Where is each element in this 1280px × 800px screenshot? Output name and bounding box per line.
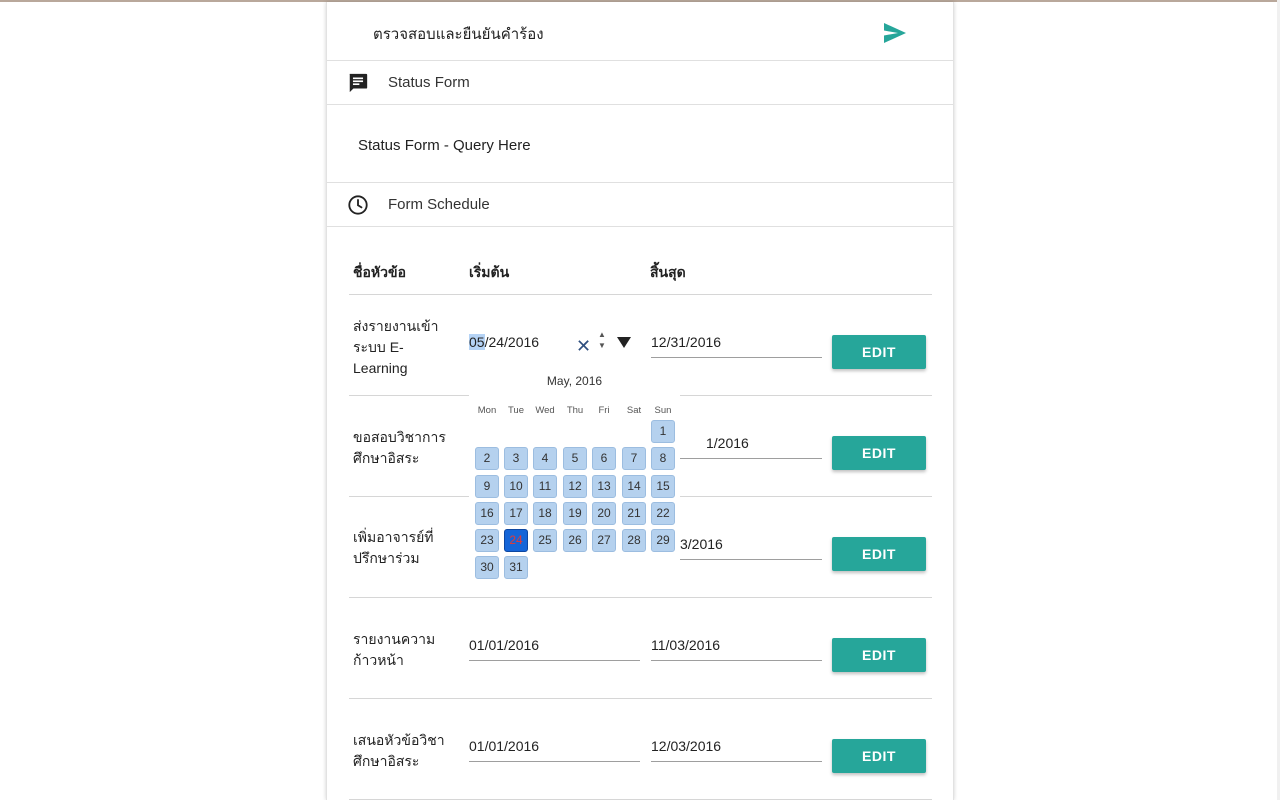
calendar-day[interactable]: 21 [622,502,646,525]
row-title-line: ส่งรายงานเข้า [353,318,439,334]
form-schedule-header[interactable]: Form Schedule [327,183,953,227]
row-title-line: ขอสอบวิชาการ [353,429,446,445]
calendar-day[interactable]: 23 [475,529,499,552]
calendar-day[interactable]: 22 [651,502,675,525]
end-date-input[interactable]: 11/03/2016 [651,629,822,661]
calendar-day[interactable]: 11 [533,475,557,498]
weekday-label: Mon [477,405,497,416]
weekday-label: Sun [654,405,672,416]
table-row: เสนอหัวข้อวิชา ศึกษาอิสระ 01/01/2016 12/… [349,699,932,800]
row-title: ส่งรายงานเข้า ระบบ E- Learning [353,316,453,379]
row-title-line: รายงานความ [353,631,436,647]
calendar-day[interactable]: 19 [563,502,587,525]
form-schedule-title: Form Schedule [388,196,490,213]
row-title: เพิ่มอาจารย์ที่ ปรึกษาร่วม [353,527,453,569]
weekday-label: Fri [598,405,610,416]
spin-down-icon[interactable]: ▼ [596,340,608,351]
start-date-input[interactable]: 01/01/2016 [469,629,640,661]
row-title-line: ปรึกษาร่วม [353,550,420,566]
send-icon[interactable] [883,22,907,44]
table-row: รายงานความ ก้าวหน้า 01/01/2016 11/03/201… [349,598,932,699]
status-form-header[interactable]: Status Form [327,61,953,105]
weekday-label: Tue [507,405,525,416]
calendar-day[interactable]: 9 [475,475,499,498]
status-query-text: Status Form - Query Here [358,137,531,154]
calendar-day[interactable]: 31 [504,556,528,579]
status-form-body: Status Form - Query Here [327,105,953,183]
row-title-line: เพิ่มอาจารย์ที่ [353,529,434,545]
calendar-day[interactable]: 2 [475,447,499,470]
calendar-day[interactable]: 6 [592,447,616,470]
clear-icon[interactable]: ✕ [576,336,591,357]
dropdown-arrow-icon[interactable] [617,337,631,348]
calendar-day[interactable]: 26 [563,529,587,552]
calendar-day[interactable]: 10 [504,475,528,498]
message-icon [349,73,368,93]
end-date-input[interactable]: 12/03/2016 [651,730,822,762]
calendar-day[interactable]: 14 [622,475,646,498]
edit-button[interactable]: EDIT [832,739,926,773]
edit-button[interactable]: EDIT [832,335,926,369]
calendar-month-label: May, 2016 [546,374,603,388]
edit-button[interactable]: EDIT [832,537,926,571]
row-title: รายงานความ ก้าวหน้า [353,629,453,671]
calendar-day[interactable]: 16 [475,502,499,525]
row-title-line: เสนอหัวข้อวิชา [353,732,445,748]
row-title: ขอสอบวิชาการ ศึกษาอิสระ [353,427,453,469]
date-segment-rest: /24/2016 [484,334,540,350]
row-title-line: ศึกษาอิสระ [353,450,420,466]
start-date-input[interactable]: 05/24/2016 ✕ ▲ ▼ [469,326,640,358]
column-header-end: สิ้นสุด [650,264,686,280]
calendar-day[interactable]: 20 [592,502,616,525]
datepicker-popup: May, 2016 Mon Tue Wed Thu Fri Sat Sun 1 2 3 4 5 6 7 8 9… [469,366,680,584]
row-title-line: ก้าวหน้า [353,652,404,668]
clock-icon [348,195,368,215]
calendar-day[interactable]: 27 [592,529,616,552]
row-title-line: ศึกษาอิสระ [353,753,420,769]
calendar-day[interactable]: 12 [563,475,587,498]
calendar-day[interactable]: 30 [475,556,499,579]
calendar-day-selected[interactable]: 24 [504,529,528,552]
submit-label: ตรวจสอบและยืนยันคำร้อง [373,26,544,43]
calendar-day[interactable]: 13 [592,475,616,498]
calendar-day[interactable]: 28 [622,529,646,552]
calendar-day[interactable]: 18 [533,502,557,525]
row-title: เสนอหัวข้อวิชา ศึกษาอิสระ [353,730,453,772]
spinner[interactable]: ▲ ▼ [596,329,608,355]
weekday-label: Thu [566,405,584,416]
calendar-day[interactable]: 7 [622,447,646,470]
calendar-day[interactable]: 17 [504,502,528,525]
column-header-start: เริ่มต้น [469,264,510,280]
submit-section: ตรวจสอบและยืนยันคำร้อง [327,2,953,61]
row-title-line: Learning [353,360,408,376]
calendar-day[interactable]: 5 [563,447,587,470]
column-header-name: ชื่อหัวข้อ [353,264,406,280]
date-segment-month[interactable]: 05 [469,334,485,350]
weekday-label: Sat [626,405,642,416]
calendar-day[interactable]: 3 [504,447,528,470]
calendar-day[interactable]: 1 [651,420,675,443]
calendar-day[interactable]: 8 [651,447,675,470]
edit-button[interactable]: EDIT [832,638,926,672]
weekday-label: Wed [535,405,555,416]
calendar-day[interactable]: 25 [533,529,557,552]
start-date-input[interactable]: 01/01/2016 [469,730,640,762]
edit-button[interactable]: EDIT [832,436,926,470]
calendar-day[interactable]: 4 [533,447,557,470]
end-date-input[interactable]: 12/31/2016 [651,326,822,358]
calendar-day[interactable]: 29 [651,529,675,552]
row-title-line: ระบบ E- [353,339,404,355]
status-form-title: Status Form [388,74,470,91]
calendar-day[interactable]: 15 [651,475,675,498]
spin-up-icon[interactable]: ▲ [596,329,608,340]
